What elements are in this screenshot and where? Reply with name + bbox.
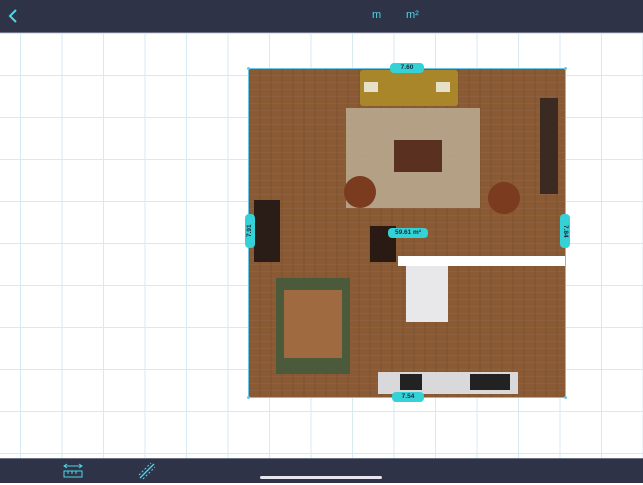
area-label[interactable]: 59.61 m² — [388, 228, 428, 238]
corner-handle[interactable] — [247, 67, 250, 70]
ruler-icon[interactable] — [62, 462, 84, 480]
bookshelf — [540, 98, 558, 194]
right-height-label[interactable]: 7.84 — [560, 214, 570, 248]
top-toolbar: m m² — [0, 0, 643, 33]
coffee-table — [394, 140, 442, 172]
corner-handle[interactable] — [564, 67, 567, 70]
dining-table — [284, 290, 342, 358]
kitchen-island — [406, 266, 448, 322]
piano — [254, 200, 280, 262]
appliance — [470, 374, 510, 390]
bottom-width-label[interactable]: 7.54 — [392, 392, 424, 402]
unit-meters-toggle[interactable]: m — [372, 9, 381, 21]
armchair — [488, 182, 520, 214]
sofa-cushion — [436, 82, 450, 92]
unit-square-meters-toggle[interactable]: m² — [406, 9, 419, 21]
left-height-label[interactable]: 7.91 — [245, 214, 255, 248]
chevron-left-icon[interactable] — [4, 6, 24, 26]
top-width-label[interactable]: 7.60 — [390, 63, 424, 73]
scan-gap — [398, 256, 568, 266]
home-indicator — [260, 476, 382, 479]
pencil-icon[interactable] — [136, 462, 158, 480]
floor-plan-scan[interactable]: 7.60 7.54 7.91 7.84 59.61 m² — [245, 63, 570, 402]
corner-handle[interactable] — [564, 396, 567, 399]
armchair — [344, 176, 376, 208]
corner-handle[interactable] — [247, 396, 250, 399]
bottom-toolbar — [0, 458, 643, 483]
appliance — [400, 374, 422, 390]
sofa-cushion — [364, 82, 378, 92]
